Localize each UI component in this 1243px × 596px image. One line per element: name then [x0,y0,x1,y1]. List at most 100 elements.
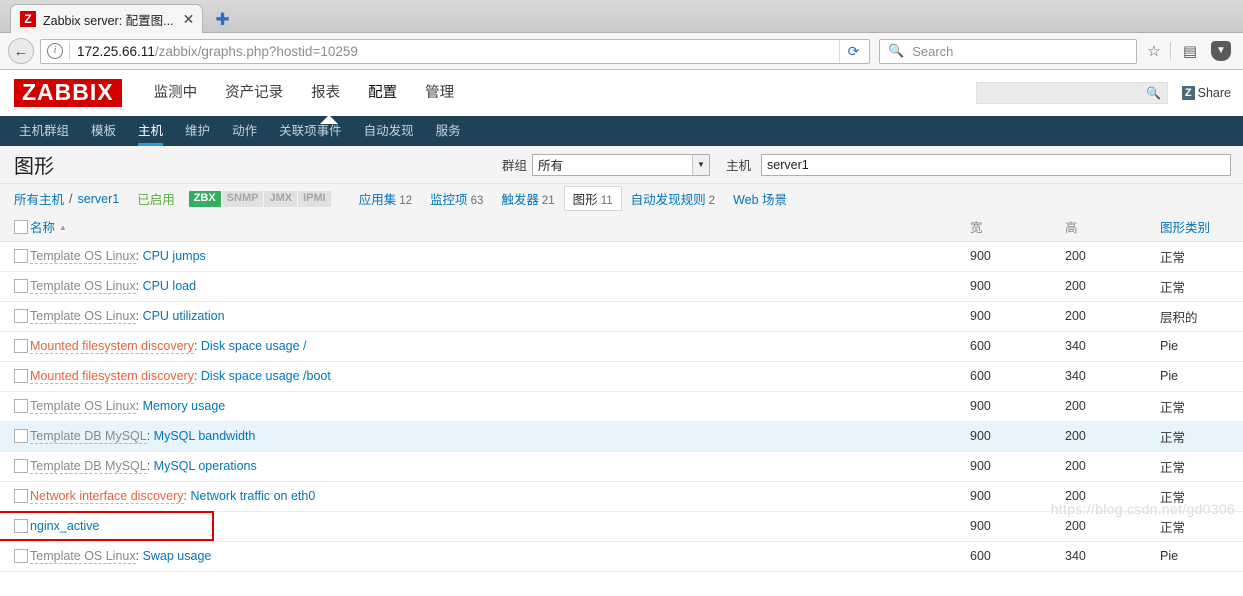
discovery-rule-link[interactable]: Mounted filesystem discovery [30,369,194,384]
url-path: /zabbix/graphs.php?hostid=10259 [154,43,358,59]
table-row[interactable]: Network interface discovery: Network tra… [0,481,1243,512]
table-row[interactable]: Mounted filesystem discovery: Disk space… [0,331,1243,362]
subnav-item-services[interactable]: 服务 [425,116,472,146]
row-checkbox[interactable] [14,279,28,294]
share-button[interactable]: Z Share [1181,85,1231,101]
row-checkbox[interactable] [14,459,28,474]
header-name[interactable]: 名称 ▲ [30,213,970,242]
graph-link[interactable]: MySQL operations [154,459,257,473]
url-bar[interactable]: i 172.25.66.11/zabbix/graphs.php?hostid=… [40,38,870,64]
badge-ipmi[interactable]: IPMI [298,190,331,207]
browser-tab[interactable]: Z Zabbix server: 配置图... ✕ [10,4,204,33]
row-checkbox[interactable] [14,399,28,414]
subnav-item-host-groups[interactable]: 主机群组 [8,116,80,146]
template-link[interactable]: Template OS Linux [30,279,136,294]
tab-triggers[interactable]: 触发器 21 [492,186,563,211]
graph-link[interactable]: MySQL bandwidth [154,429,256,443]
sub-navigation: 主机群组 模板 主机 维护 动作 关联项事件 自动发现 服务 [0,115,1243,146]
graph-width-cell: 600 [970,331,1065,362]
row-checkbox[interactable] [14,549,28,564]
tab-applications-count: 12 [399,195,413,207]
menu-item-monitoring[interactable]: 监测中 [140,70,212,116]
table-row[interactable]: Template OS Linux: Swap usage 600 340 Pie [0,541,1243,572]
badge-jmx[interactable]: JMX [264,190,298,207]
menu-item-configuration[interactable]: 配置 [354,70,411,116]
host-status-label[interactable]: 已启用 [137,189,175,208]
row-checkbox[interactable] [14,489,28,504]
subnav-item-maintenance[interactable]: 维护 [174,116,221,146]
tab-web-scenarios[interactable]: Web 场景 [724,186,796,211]
row-checkbox[interactable] [14,249,28,264]
group-filter-select[interactable]: 所有 ▼ [531,153,710,176]
graph-link[interactable]: Disk space usage /boot [201,369,331,383]
template-link[interactable]: Template DB MySQL [30,429,147,444]
browser-search-input[interactable] [910,42,1128,60]
graph-width-cell: 900 [970,481,1065,512]
discovery-rule-link[interactable]: Mounted filesystem discovery [30,339,194,354]
badge-zbx[interactable]: ZBX [188,190,221,207]
site-info-icon[interactable]: i [47,43,63,59]
template-link[interactable]: Template OS Linux [30,399,136,414]
select-all-checkbox[interactable] [14,220,28,235]
row-checkbox-cell [0,481,30,512]
table-row[interactable]: Template OS Linux: Memory usage 900 200 正常 [0,391,1243,422]
close-icon[interactable]: ✕ [183,12,195,26]
graph-link[interactable]: Memory usage [143,399,226,413]
tab-discovery-rules[interactable]: 自动发现规则 2 [622,186,724,211]
tab-graphs[interactable]: 图形 11 [563,186,622,211]
badge-snmp[interactable]: SNMP [221,190,264,207]
graph-link[interactable]: Disk space usage / [201,339,307,353]
zabbix-search-box[interactable]: 🔍 [975,82,1168,104]
table-row[interactable]: Template OS Linux: CPU utilization 900 200… [0,301,1243,332]
row-checkbox[interactable] [14,369,28,384]
menu-item-inventory[interactable]: 资产记录 [211,70,297,116]
table-row[interactable]: nginx_active 900 200 正常 [0,510,1243,542]
name-separator: : [135,399,143,413]
subnav-item-hosts[interactable]: 主机 [127,116,174,146]
subnav-item-templates[interactable]: 模板 [80,116,127,146]
subnav-item-actions[interactable]: 动作 [221,116,268,146]
graph-link[interactable]: Network traffic on eth0 [190,489,315,503]
template-link[interactable]: Template DB MySQL [30,459,147,474]
subnav-item-discovery[interactable]: 自动发现 [353,116,425,146]
breadcrumb-separator: / [69,191,73,206]
template-link[interactable]: Template OS Linux [30,549,136,564]
table-row[interactable]: Template DB MySQL: MySQL operations 900 20… [0,451,1243,482]
library-icon[interactable]: ▤ [1176,38,1204,64]
new-tab-icon[interactable]: ✚ [215,11,229,28]
graph-link[interactable]: nginx_active [30,519,100,533]
back-icon[interactable]: ← [8,38,34,64]
graph-type-cell: 正常 [1160,271,1243,302]
subnav-item-correlation[interactable]: 关联项事件 [268,116,353,146]
reload-icon[interactable]: ⟳ [839,39,867,63]
zabbix-search-input[interactable] [982,85,1146,101]
graph-link[interactable]: CPU load [143,279,197,293]
header-graph-type[interactable]: 图形类别 [1160,213,1243,242]
breadcrumb-all-hosts[interactable]: 所有主机 [14,189,64,208]
row-checkbox[interactable] [14,309,28,324]
pocket-icon[interactable]: ▼ [1207,38,1235,64]
template-link[interactable]: Template OS Linux [30,309,136,324]
graph-link[interactable]: CPU utilization [143,309,225,323]
table-row[interactable]: Template OS Linux: CPU jumps 900 200 正常 [0,241,1243,272]
tab-items[interactable]: 监控项 63 [421,186,492,211]
table-row[interactable]: Template OS Linux: CPU load 900 200 正常 [0,271,1243,302]
discovery-rule-link[interactable]: Network interface discovery [30,489,184,504]
graph-link[interactable]: CPU jumps [143,249,206,263]
zabbix-logo[interactable]: ZABBIX [14,79,122,107]
template-link[interactable]: Template OS Linux [30,249,136,264]
browser-search-box[interactable]: 🔍 [879,38,1137,64]
graph-type-cell: 正常 [1160,391,1243,422]
row-checkbox[interactable] [14,429,28,444]
graph-link[interactable]: Swap usage [143,549,212,563]
row-checkbox[interactable] [14,519,28,534]
menu-item-administration[interactable]: 管理 [411,70,468,116]
bookmark-star-icon[interactable]: ☆ [1140,38,1168,64]
menu-item-reports[interactable]: 报表 [297,70,354,116]
row-checkbox[interactable] [14,339,28,354]
table-row[interactable]: Template DB MySQL: MySQL bandwidth 900 200… [0,421,1243,452]
table-row[interactable]: Mounted filesystem discovery: Disk space… [0,361,1243,392]
host-filter-input[interactable] [761,153,1231,176]
breadcrumb-host[interactable]: server1 [78,192,120,206]
tab-applications[interactable]: 应用集 12 [350,186,421,211]
